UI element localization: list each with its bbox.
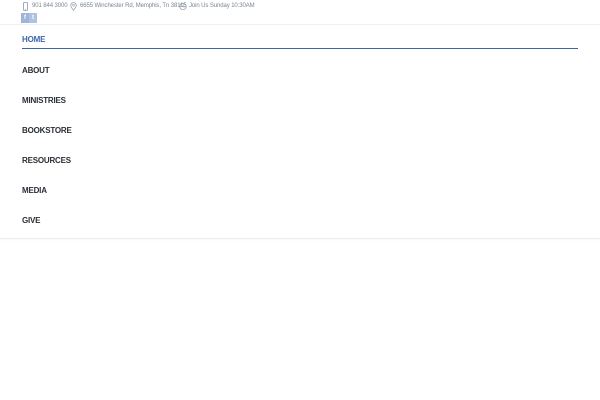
map-pin-icon [70, 1, 77, 11]
phone-number: 901 844 3000 [32, 3, 68, 9]
nav-item-bookstore[interactable]: BOOKSTORE [22, 126, 578, 140]
twitter-icon[interactable]: t [29, 13, 37, 23]
social-links: f t [21, 13, 37, 23]
nav-item-media[interactable]: MEDIA [22, 186, 578, 200]
address-text: 6655 Winchester Rd, Memphis, Tn 38115 [80, 3, 187, 9]
nav-item-give[interactable]: GIVE [22, 216, 578, 230]
nav-item-label: RESOURCES [22, 156, 71, 165]
nav-item-label: GIVE [22, 216, 41, 225]
nav-item-label: MEDIA [22, 186, 47, 195]
facebook-icon[interactable]: f [21, 13, 29, 23]
nav-item-about[interactable]: ABOUT [22, 66, 578, 80]
main-navigation: HOME ABOUT MINISTRIES BOOKSTORE RESOURCE… [0, 24, 600, 239]
facebook-label: f [24, 15, 26, 21]
address-info: 6655 Winchester Rd, Memphis, Tn 38115 [70, 1, 187, 11]
nav-item-home[interactable]: HOME [22, 35, 578, 49]
nav-item-label: BOOKSTORE [22, 126, 72, 135]
top-info-bar: 901 844 3000 6655 Winchester Rd, Memphis… [0, 0, 600, 26]
phone-info: 901 844 3000 [22, 1, 68, 11]
service-hours-text: Join Us Sunday 10:30AM [189, 3, 255, 9]
nav-item-resources[interactable]: RESOURCES [22, 156, 578, 170]
nav-item-ministries[interactable]: MINISTRIES [22, 96, 578, 110]
nav-item-label: HOME [22, 35, 46, 44]
nav-item-label: ABOUT [22, 66, 50, 75]
service-hours-info: Join Us Sunday 10:30AM [179, 1, 255, 11]
phone-icon [22, 1, 29, 11]
nav-item-label: MINISTRIES [22, 96, 66, 105]
twitter-label: t [32, 15, 34, 21]
clock-icon [179, 2, 187, 11]
